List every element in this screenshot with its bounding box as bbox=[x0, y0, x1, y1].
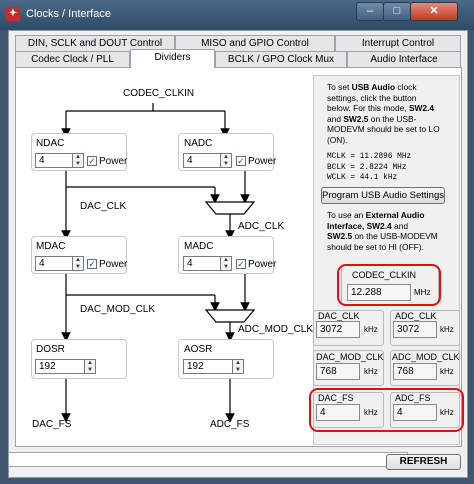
adc-clk-mux bbox=[204, 201, 256, 215]
close-button[interactable]: ✕ bbox=[410, 2, 458, 21]
status-bar bbox=[8, 452, 408, 467]
tab-bclk-gpo-clock-mux[interactable]: BCLK / GPO Clock Mux bbox=[215, 51, 347, 67]
ndac-spinner[interactable]: ▲ ▼ bbox=[73, 153, 84, 168]
ndac-power-checkbox[interactable]: ✓ bbox=[87, 156, 97, 166]
ndac-power-label: Power bbox=[99, 156, 128, 167]
nadc-input[interactable]: 4 bbox=[183, 153, 221, 168]
adc-mod-clk-readout-label: ADC_MOD_CLK bbox=[392, 352, 460, 362]
mdac-power-checkbox[interactable]: ✓ bbox=[87, 259, 97, 269]
adc-mod-clk-label: ADC_MOD_CLK bbox=[238, 324, 314, 335]
usb-clock-readout: MCLK = 11.2896 MHz BCLK = 2.8224 MHz WCL… bbox=[327, 153, 412, 182]
tab-dividers[interactable]: Dividers bbox=[130, 49, 215, 68]
nadc-spinner[interactable]: ▲ ▼ bbox=[221, 153, 232, 168]
dac-mod-clk-label: DAC_MOD_CLK bbox=[80, 304, 156, 315]
adc-mod-clk-mux bbox=[204, 309, 256, 323]
aosr-spinner[interactable]: ▲ ▼ bbox=[233, 359, 244, 374]
mdac-spinner[interactable]: ▲ ▼ bbox=[73, 256, 84, 271]
adc-clk-label: ADC_CLK bbox=[238, 221, 285, 232]
window-title: Clocks / Interface bbox=[26, 8, 111, 20]
madc-label: MADC bbox=[184, 241, 214, 252]
madc-power-label: Power bbox=[248, 259, 277, 270]
nadc-power-label: Power bbox=[248, 156, 277, 167]
aosr-input[interactable]: 192 bbox=[183, 359, 233, 374]
maximize-button[interactable]: □ bbox=[383, 2, 411, 21]
ti-logo-icon: ✦ bbox=[6, 7, 20, 21]
mdac-label: MDAC bbox=[36, 241, 66, 252]
tab-interrupt-control[interactable]: Interrupt Control bbox=[335, 35, 461, 51]
adc-fs-label: ADC_FS bbox=[210, 419, 250, 430]
minimize-button[interactable]: – bbox=[356, 2, 384, 21]
adc-clk-value: 3072 bbox=[393, 321, 437, 338]
dosr-label: DOSR bbox=[36, 344, 65, 355]
adc-mod-clk-unit: kHz bbox=[440, 367, 454, 376]
mdac-input[interactable]: 4 bbox=[35, 256, 73, 271]
codec-clkin-label: CODEC_CLKIN bbox=[123, 88, 195, 99]
refresh-button[interactable]: REFRESH bbox=[386, 454, 461, 470]
tab-codec-clock-pll[interactable]: Codec Clock / PLL bbox=[15, 51, 130, 67]
mdac-power-label: Power bbox=[99, 259, 128, 270]
tab-audio-interface[interactable]: Audio Interface bbox=[347, 51, 461, 67]
ndac-label: NDAC bbox=[36, 138, 65, 149]
madc-input[interactable]: 4 bbox=[183, 256, 221, 271]
dac-clk-unit: kHz bbox=[364, 325, 378, 334]
dosr-input[interactable]: 192 bbox=[35, 359, 85, 374]
aosr-label: AOSR bbox=[184, 344, 213, 355]
madc-spinner[interactable]: ▲ ▼ bbox=[221, 256, 232, 271]
ndac-input[interactable]: 4 bbox=[35, 153, 73, 168]
adc-clk-readout-label: ADC_CLK bbox=[395, 311, 437, 321]
dac-mod-clk-unit: kHz bbox=[364, 367, 378, 376]
usb-audio-note: To set USB Audio clock settings, click t… bbox=[327, 82, 440, 145]
nadc-power-checkbox[interactable]: ✓ bbox=[236, 156, 246, 166]
external-audio-note: To use an External Audio Interface, SW2.… bbox=[327, 210, 438, 252]
highlight-ring-fs bbox=[309, 388, 464, 432]
highlight-ring-codec-clkin bbox=[337, 264, 441, 306]
nadc-label: NADC bbox=[184, 138, 213, 149]
madc-power-checkbox[interactable]: ✓ bbox=[236, 259, 246, 269]
adc-clk-unit: kHz bbox=[440, 325, 454, 334]
program-usb-audio-button[interactable]: Program USB Audio Settings bbox=[321, 187, 445, 204]
adc-mod-clk-value: 768 bbox=[393, 363, 437, 380]
dac-clk-label: DAC_CLK bbox=[80, 201, 127, 212]
dac-fs-label: DAC_FS bbox=[32, 419, 72, 430]
dac-clk-readout-label: DAC_CLK bbox=[318, 311, 360, 321]
dosr-spinner[interactable]: ▲ ▼ bbox=[85, 359, 96, 374]
dac-clk-value: 3072 bbox=[316, 321, 360, 338]
dac-mod-clk-readout-label: DAC_MOD_CLK bbox=[316, 352, 384, 362]
dac-mod-clk-value: 768 bbox=[316, 363, 360, 380]
